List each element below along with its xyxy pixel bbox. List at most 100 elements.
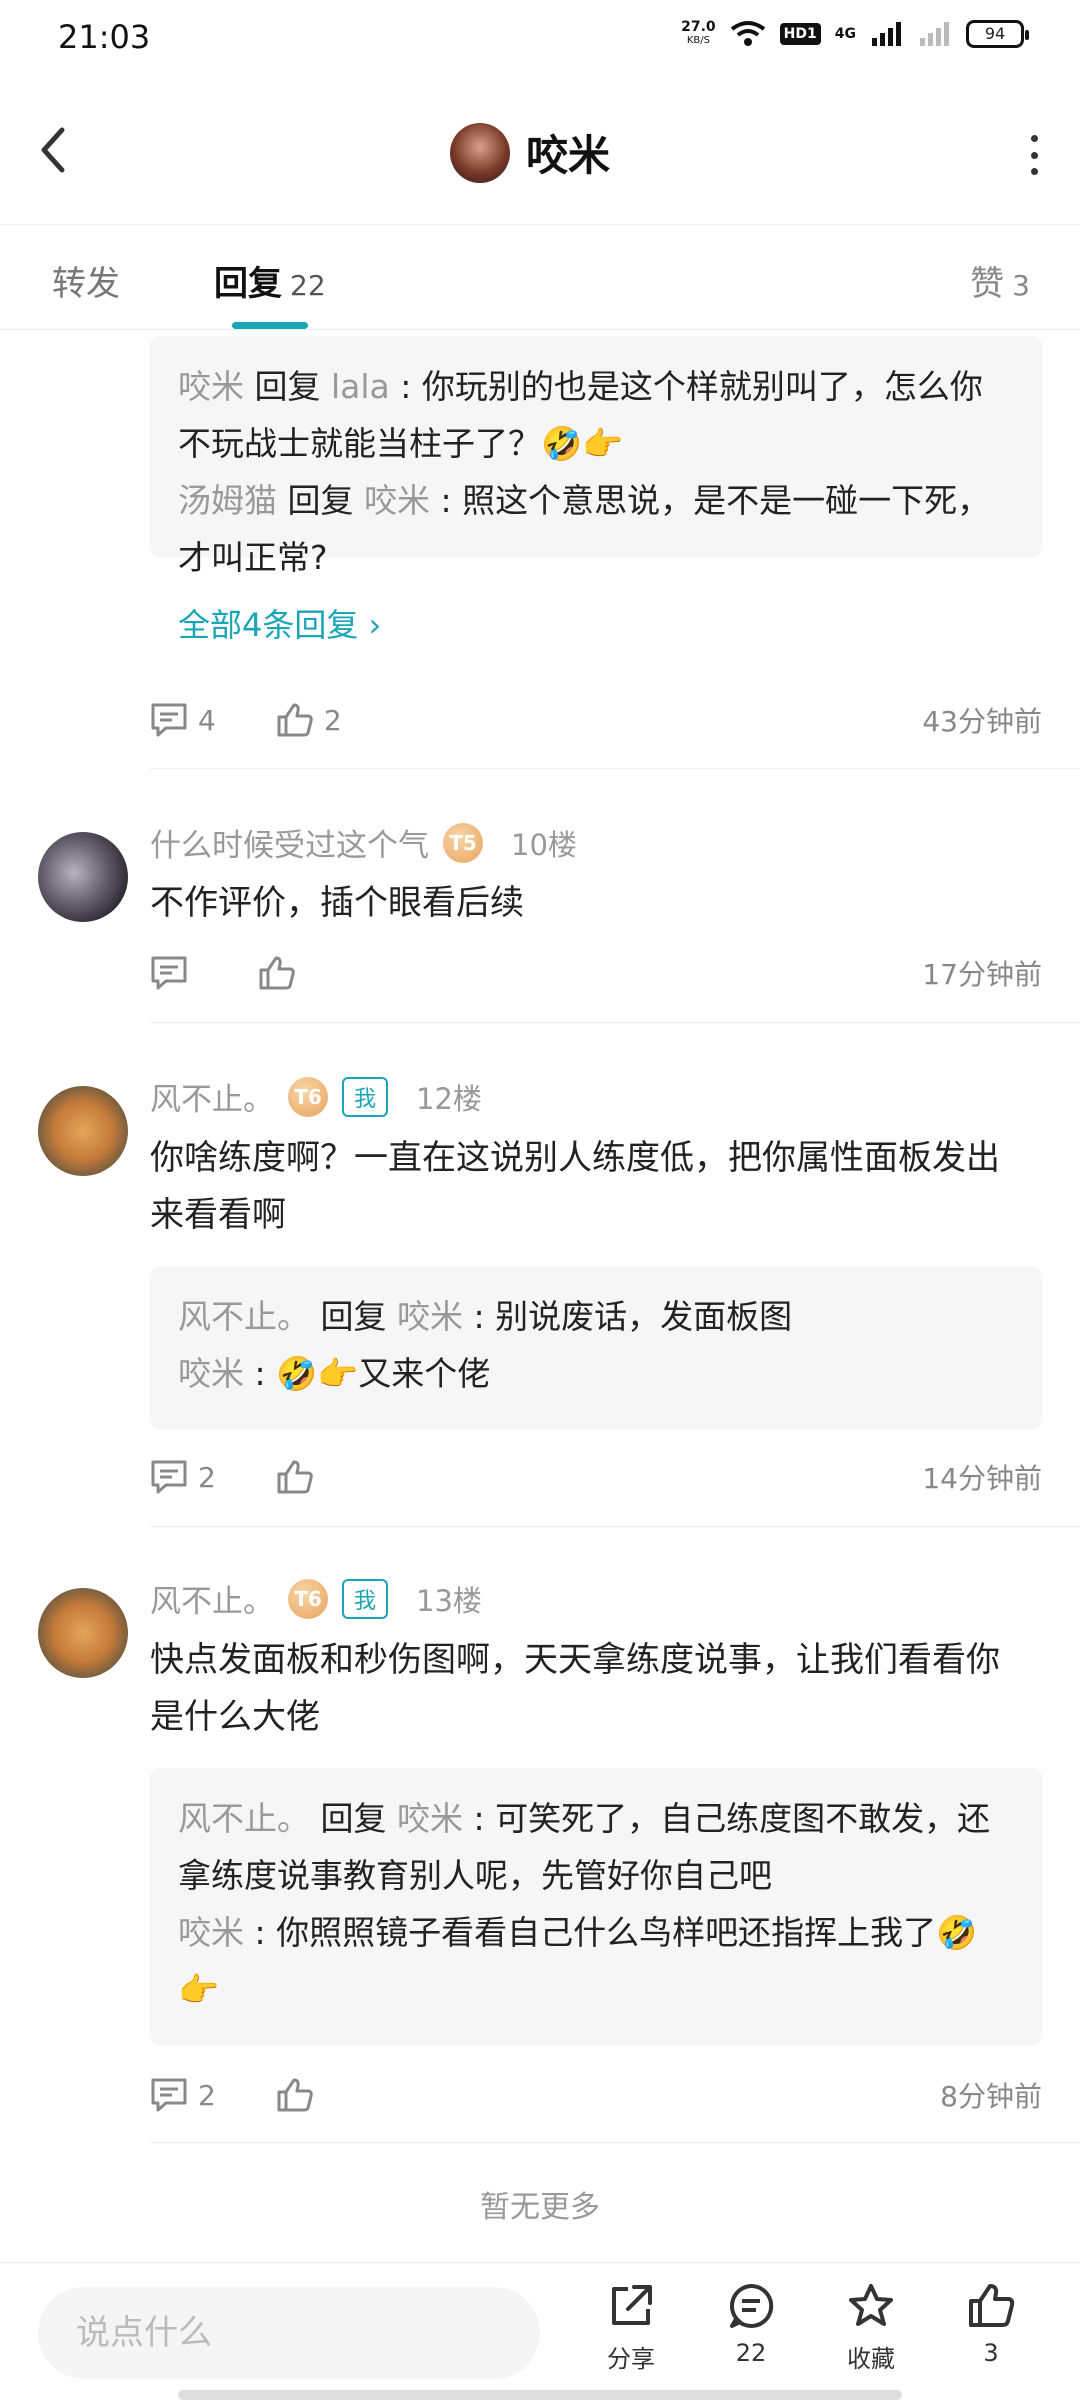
avatar[interactable]: [38, 832, 128, 922]
comment-input[interactable]: 说点什么: [38, 2287, 540, 2379]
post-text[interactable]: 你啥练度啊？一直在这说别人练度低，把你属性面板发出来看看啊: [150, 1130, 1030, 1244]
level-badge: T6: [288, 1578, 328, 1619]
sub-reply: 风不止。 回复 咬米 : 可笑死了，自己练度图不敢发，还拿练度说事教育别人呢，先…: [178, 1799, 991, 1895]
comment-icon: [151, 1460, 187, 1494]
like-button[interactable]: 3: [946, 2281, 1036, 2367]
sub-reply: 咬米 回复 lala : 你玩别的也是这个样就别叫了，怎么你不玩战士就能当柱子了…: [178, 367, 983, 463]
floor-number: 10楼: [511, 827, 577, 862]
thumbs-up-icon: [277, 1460, 313, 1494]
thumbs-up-icon: [259, 956, 295, 990]
more-options-button[interactable]: [1024, 135, 1044, 175]
tab-reply[interactable]: 回复 22: [214, 256, 326, 305]
post-actions: 4 2 43分钟前: [150, 695, 1042, 745]
tab-reply-label: 回复: [214, 264, 282, 304]
post-actions: 2 14分钟前: [150, 1452, 1042, 1502]
sub-reply: 咬米 : 你照照镜子看看自己什么鸟样吧还指挥上我了🤣👉: [178, 1913, 978, 2009]
comment-button[interactable]: 4: [150, 702, 216, 738]
bottom-action-bar: 说点什么 分享 22 收藏 3: [0, 2262, 1080, 2400]
post-time: 8分钟前: [940, 2080, 1042, 2113]
comment-icon: [151, 703, 187, 737]
sub-reply: 咬米 : 🤣👉又来个佬: [178, 1354, 491, 1393]
divider: [150, 768, 1080, 769]
status-bar: 21:03 27.0 KB/S HD1 4G 94: [0, 0, 1080, 80]
no-more-text: 暂无更多: [480, 2190, 600, 2225]
sub-reply: 风不止。 回复 咬米 : 别说废话，发面板图: [178, 1297, 793, 1336]
divider: [150, 1022, 1080, 1023]
back-button[interactable]: [30, 120, 80, 180]
me-badge: 我: [342, 1578, 389, 1619]
sub-reply-box[interactable]: 咬米 回复 lala : 你玩别的也是这个样就别叫了，怎么你不玩战士就能当柱子了…: [150, 336, 1042, 577]
status-time: 21:03: [58, 18, 151, 56]
tab-indicator: [232, 322, 308, 329]
all-replies-link[interactable]: 全部4条回复 ›: [178, 600, 381, 646]
level-badge: T5: [443, 822, 483, 863]
post-actions: 17分钟前: [150, 948, 1042, 998]
floor-number: 13楼: [416, 1583, 482, 1618]
thumbs-up-icon: [277, 2078, 313, 2112]
like-button[interactable]: [258, 955, 306, 991]
divider: [150, 1526, 1080, 1527]
signal-icon: 4G: [834, 26, 856, 42]
username[interactable]: 什么时候受过这个气: [150, 820, 429, 865]
post-header: 风不止。 T6 我 13楼: [150, 1576, 482, 1621]
thumbs-up-icon: [277, 703, 313, 737]
dot-icon: [1030, 135, 1038, 142]
username[interactable]: 风不止。: [150, 1074, 274, 1119]
signal-bars-empty-icon: [920, 22, 949, 46]
sub-reply-box[interactable]: 风不止。 回复 咬米 : 别说废话，发面板图 咬米 : 🤣👉又来个佬: [150, 1266, 1042, 1430]
favorite-button[interactable]: 收藏: [826, 2281, 916, 2374]
post-header: 什么时候受过这个气 T5 10楼: [150, 820, 577, 865]
comment-icon: [151, 956, 187, 990]
tab-forward[interactable]: 转发: [52, 256, 120, 305]
header-title[interactable]: 咬米: [450, 122, 610, 183]
comment-icon: [151, 2078, 187, 2112]
like-button[interactable]: 2: [276, 702, 342, 738]
me-badge: 我: [342, 1076, 389, 1117]
wifi-icon: [730, 21, 765, 46]
tab-like[interactable]: 赞3: [970, 256, 1030, 305]
comments-button[interactable]: 22: [706, 2281, 796, 2367]
post-time: 43分钟前: [922, 705, 1042, 738]
comment-button[interactable]: 2: [150, 1459, 216, 1495]
post-header: 风不止。 T6 我 12楼: [150, 1074, 482, 1119]
tab-bar: 转发 回复 22 赞3: [0, 226, 1080, 330]
share-button[interactable]: 分享: [586, 2281, 676, 2374]
net-speed: 27.0 KB/S: [681, 19, 716, 46]
gesture-bar: [178, 2390, 902, 2400]
tab-reply-count: 22: [290, 269, 326, 302]
dot-icon: [1030, 151, 1038, 159]
comment-icon: [729, 2283, 774, 2328]
post-actions: 2 8分钟前: [150, 2070, 1042, 2120]
username[interactable]: 风不止。: [150, 1576, 274, 1621]
avatar[interactable]: [450, 122, 510, 183]
comment-button[interactable]: 2: [150, 2077, 216, 2113]
share-icon: [612, 2285, 652, 2325]
dot-icon: [1030, 168, 1038, 175]
chevron-left-icon: [41, 127, 65, 173]
star-icon: [849, 2284, 893, 2326]
floor-number: 12楼: [416, 1081, 482, 1116]
post-time: 14分钟前: [922, 1462, 1042, 1495]
avatar[interactable]: [38, 1086, 128, 1176]
like-button[interactable]: [276, 2077, 314, 2113]
page-title: 咬米: [526, 131, 611, 180]
signal-bars-icon: [872, 22, 901, 46]
thumbs-up-icon: [969, 2284, 1015, 2327]
post-text[interactable]: 不作评价，插个眼看后续: [150, 875, 1030, 932]
comment-button[interactable]: [150, 955, 198, 991]
sub-reply: 汤姆猫 回复 咬米 : 照这个意思说，是不是一碰一下死，才叫正常?: [178, 481, 991, 577]
hd-icon: HD1: [779, 23, 821, 45]
tab-like-label: 赞: [970, 264, 1005, 304]
comment-list[interactable]: 咬米 回复 lala : 你玩别的也是这个样就别叫了，怎么你不玩战士就能当柱子了…: [0, 330, 1080, 2260]
post-text[interactable]: 快点发面板和秒伤图啊，天天拿练度说事，让我们看看你是什么大佬: [150, 1632, 1030, 1746]
avatar[interactable]: [38, 1588, 128, 1678]
sub-reply-box[interactable]: 风不止。 回复 咬米 : 可笑死了，自己练度图不敢发，还拿练度说事教育别人呢，先…: [150, 1768, 1042, 2046]
status-icons: 27.0 KB/S HD1 4G 94: [681, 19, 1029, 48]
tab-like-count: 3: [1012, 269, 1030, 302]
divider: [150, 2142, 1080, 2143]
top-header: 咬米: [0, 80, 1080, 225]
post-time: 17分钟前: [922, 958, 1042, 991]
level-badge: T6: [288, 1076, 328, 1117]
like-button[interactable]: [276, 1459, 314, 1495]
battery-icon: 94: [966, 20, 1029, 48]
